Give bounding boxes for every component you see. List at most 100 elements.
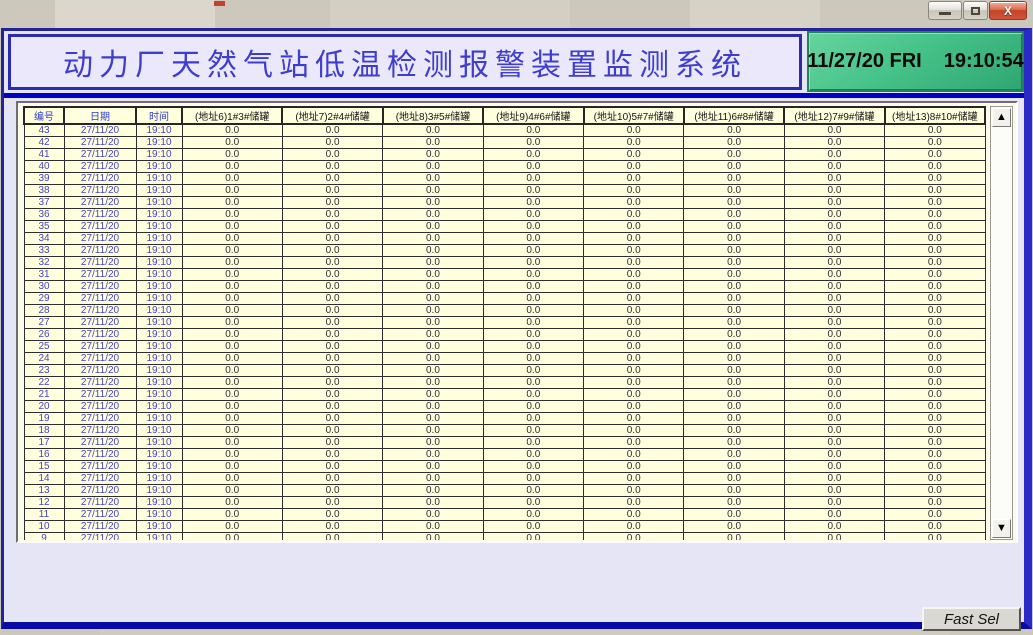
cell-date: 27/11/20 — [64, 401, 136, 413]
cell-value: 0.0 — [282, 124, 382, 137]
cell-value: 0.0 — [885, 269, 985, 281]
cell-value: 0.0 — [885, 221, 985, 233]
cell-value: 0.0 — [885, 533, 985, 541]
cell-value: 0.0 — [584, 425, 684, 437]
cell-value: 0.0 — [282, 185, 382, 197]
cell-value: 0.0 — [383, 293, 483, 305]
scroll-down-button[interactable]: ▼ — [992, 519, 1011, 538]
cell-no: 12 — [24, 497, 64, 509]
cell-value: 0.0 — [182, 305, 282, 317]
cell-value: 0.0 — [684, 281, 784, 293]
cell-value: 0.0 — [885, 521, 985, 533]
cell-value: 0.0 — [885, 149, 985, 161]
cell-value: 0.0 — [684, 221, 784, 233]
cell-value: 0.0 — [282, 221, 382, 233]
cell-no: 21 — [24, 389, 64, 401]
cell-value: 0.0 — [182, 161, 282, 173]
cell-value: 0.0 — [483, 473, 583, 485]
cell-value: 0.0 — [784, 149, 884, 161]
column-header: (地址10)5#7#储罐 — [584, 107, 684, 124]
cell-time: 19:10 — [136, 485, 182, 497]
cell-value: 0.0 — [784, 281, 884, 293]
table-row: 1827/11/2019:100.00.00.00.00.00.00.00.0 — [24, 425, 985, 437]
cell-no: 39 — [24, 173, 64, 185]
table-row: 2127/11/2019:100.00.00.00.00.00.00.00.0 — [24, 389, 985, 401]
cell-value: 0.0 — [784, 209, 884, 221]
cell-value: 0.0 — [383, 209, 483, 221]
cell-value: 0.0 — [584, 437, 684, 449]
table-scrollbar[interactable]: ▲ ▼ — [990, 106, 1013, 540]
cell-value: 0.0 — [885, 497, 985, 509]
cell-date: 27/11/20 — [64, 497, 136, 509]
cell-value: 0.0 — [182, 401, 282, 413]
table-row: 3527/11/2019:100.00.00.00.00.00.00.00.0 — [24, 221, 985, 233]
cell-value: 0.0 — [684, 485, 784, 497]
cell-value: 0.0 — [383, 124, 483, 137]
cell-time: 19:10 — [136, 353, 182, 365]
minimize-button[interactable] — [928, 1, 962, 20]
cell-value: 0.0 — [282, 449, 382, 461]
cell-value: 0.0 — [684, 437, 784, 449]
cell-time: 19:10 — [136, 533, 182, 541]
cell-time: 19:10 — [136, 449, 182, 461]
fast-sel-button[interactable]: Fast Sel — [922, 607, 1021, 631]
cell-value: 0.0 — [383, 257, 483, 269]
cell-value: 0.0 — [684, 401, 784, 413]
cell-value: 0.0 — [282, 281, 382, 293]
cell-value: 0.0 — [383, 425, 483, 437]
cell-value: 0.0 — [383, 509, 483, 521]
cell-value: 0.0 — [282, 533, 382, 541]
cell-value: 0.0 — [784, 449, 884, 461]
cell-no: 42 — [24, 137, 64, 149]
cell-value: 0.0 — [885, 461, 985, 473]
cell-time: 19:10 — [136, 281, 182, 293]
table-row: 1927/11/2019:100.00.00.00.00.00.00.00.0 — [24, 413, 985, 425]
cell-value: 0.0 — [182, 245, 282, 257]
close-button[interactable]: X — [989, 1, 1027, 20]
maximize-button[interactable] — [963, 1, 988, 20]
cell-no: 31 — [24, 269, 64, 281]
table-row: 3027/11/2019:100.00.00.00.00.00.00.00.0 — [24, 281, 985, 293]
cell-value: 0.0 — [684, 269, 784, 281]
cell-time: 19:10 — [136, 341, 182, 353]
cell-value: 0.0 — [885, 293, 985, 305]
table-row: 3727/11/2019:100.00.00.00.00.00.00.00.0 — [24, 197, 985, 209]
cell-value: 0.0 — [885, 137, 985, 149]
cell-value: 0.0 — [282, 233, 382, 245]
cell-value: 0.0 — [383, 245, 483, 257]
cell-value: 0.0 — [182, 173, 282, 185]
cell-value: 0.0 — [383, 521, 483, 533]
table-body: 4327/11/2019:100.00.00.00.00.00.00.00.04… — [24, 124, 985, 540]
cell-date: 27/11/20 — [64, 317, 136, 329]
cell-time: 19:10 — [136, 197, 182, 209]
cell-date: 27/11/20 — [64, 197, 136, 209]
cell-time: 19:10 — [136, 209, 182, 221]
cell-date: 27/11/20 — [64, 509, 136, 521]
cell-value: 0.0 — [784, 485, 884, 497]
table-row: 2627/11/2019:100.00.00.00.00.00.00.00.0 — [24, 329, 985, 341]
cell-value: 0.0 — [684, 124, 784, 137]
cell-value: 0.0 — [784, 401, 884, 413]
cell-value: 0.0 — [282, 269, 382, 281]
cell-value: 0.0 — [282, 173, 382, 185]
cell-value: 0.0 — [684, 413, 784, 425]
cell-value: 0.0 — [483, 365, 583, 377]
cell-value: 0.0 — [483, 293, 583, 305]
cell-value: 0.0 — [784, 317, 884, 329]
column-header: 日期 — [64, 107, 136, 124]
app-window: 动力厂天然气站低温检测报警装置监测系统 11/27/20 FRI 19:10:5… — [1, 28, 1032, 629]
cell-value: 0.0 — [684, 521, 784, 533]
cell-value: 0.0 — [684, 233, 784, 245]
cell-value: 0.0 — [584, 485, 684, 497]
cell-no: 20 — [24, 401, 64, 413]
cell-value: 0.0 — [282, 473, 382, 485]
cell-value: 0.0 — [282, 509, 382, 521]
scroll-up-button[interactable]: ▲ — [992, 108, 1011, 127]
cell-date: 27/11/20 — [64, 341, 136, 353]
cell-value: 0.0 — [383, 305, 483, 317]
header-divider — [4, 93, 1024, 98]
table-row: 3827/11/2019:100.00.00.00.00.00.00.00.0 — [24, 185, 985, 197]
cell-value: 0.0 — [483, 233, 583, 245]
cell-value: 0.0 — [584, 413, 684, 425]
cell-value: 0.0 — [885, 257, 985, 269]
